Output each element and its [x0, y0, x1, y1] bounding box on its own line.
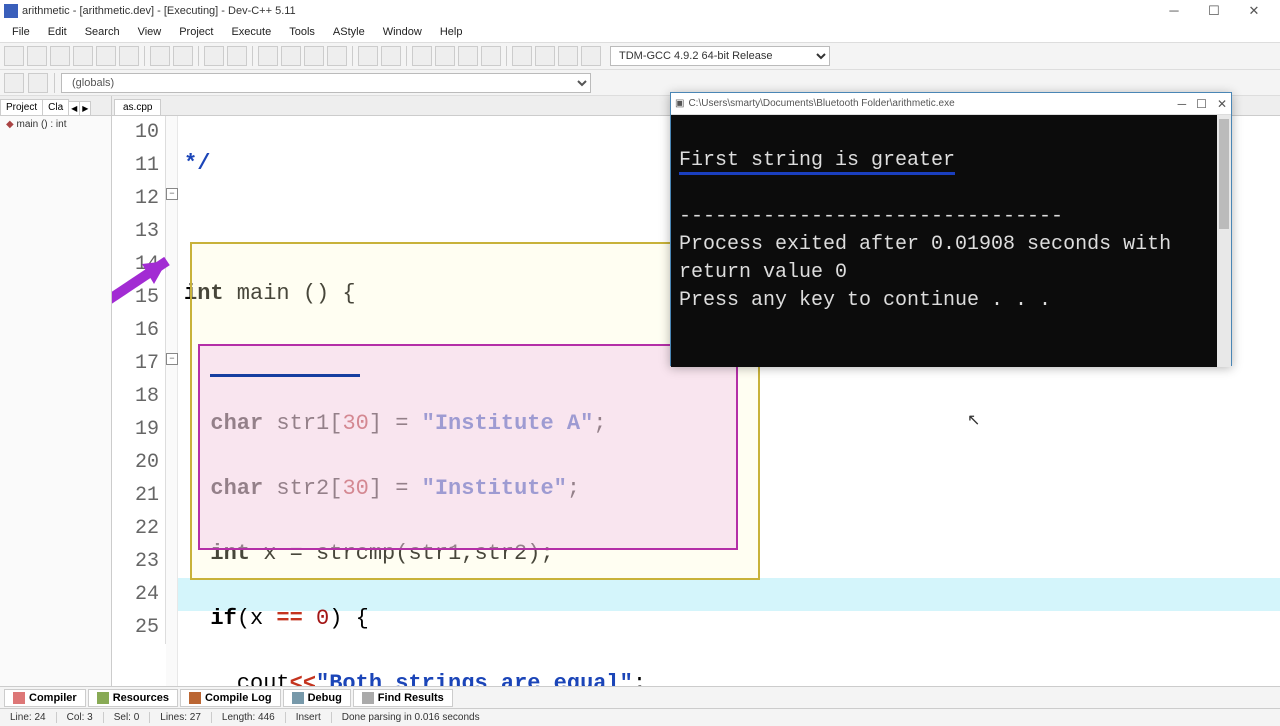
rebuild-icon[interactable] [481, 46, 501, 66]
separator [198, 46, 199, 66]
undo-icon[interactable] [150, 46, 170, 66]
scrollbar-thumb[interactable] [1219, 119, 1229, 229]
status-lines: Lines: 27 [150, 712, 212, 723]
stop-icon[interactable] [535, 46, 555, 66]
log-icon [189, 692, 201, 704]
console-scrollbar[interactable] [1217, 115, 1231, 367]
dprofile-icon[interactable] [581, 46, 601, 66]
separator [506, 46, 507, 66]
console-maximize-button[interactable]: ☐ [1196, 97, 1207, 111]
method-icon: ◆ [6, 119, 14, 130]
debug-icon [292, 692, 304, 704]
tab-compiler[interactable]: Compiler [4, 689, 86, 707]
close-icon[interactable] [96, 46, 116, 66]
compiler-icon [13, 692, 25, 704]
menu-search[interactable]: Search [77, 24, 128, 40]
classes-window-icon[interactable] [28, 73, 48, 93]
title-bar: arithmetic - [arithmetic.dev] - [Executi… [0, 0, 1280, 22]
separator [406, 46, 407, 66]
saveall-icon[interactable] [73, 46, 93, 66]
compile-icon[interactable] [412, 46, 432, 66]
insert-icon[interactable] [358, 46, 378, 66]
fold-toggle-icon[interactable]: − [166, 188, 178, 200]
fold-toggle-icon[interactable]: − [166, 353, 178, 365]
print-icon[interactable] [119, 46, 139, 66]
menu-astyle[interactable]: AStyle [325, 24, 373, 40]
menu-execute[interactable]: Execute [223, 24, 279, 40]
bottom-tabs: Compiler Resources Compile Log Debug Fin… [0, 686, 1280, 708]
fold-column [166, 116, 178, 686]
find-icon [362, 692, 374, 704]
tab-scroll-right-icon[interactable]: ▶ [79, 101, 91, 115]
line-gutter: 10111213141516171819202122232425 [112, 116, 166, 644]
console-minimize-button[interactable]: ─ [1178, 97, 1187, 111]
separator [252, 46, 253, 66]
tab-project[interactable]: Project [0, 99, 43, 115]
compile-run-icon[interactable] [458, 46, 478, 66]
status-bar: Line: 24 Col: 3 Sel: 0 Lines: 27 Length:… [0, 708, 1280, 726]
class-item-main[interactable]: ◆ main () : int [0, 116, 111, 133]
status-msg: Done parsing in 0.016 seconds [332, 712, 1280, 723]
project-window-icon[interactable] [4, 73, 24, 93]
run-icon[interactable] [435, 46, 455, 66]
menu-edit[interactable]: Edit [40, 24, 75, 40]
app-icon [4, 4, 18, 18]
console-output: First string is greater ----------------… [671, 115, 1231, 367]
menu-view[interactable]: View [130, 24, 170, 40]
status-length: Length: 446 [212, 712, 286, 723]
compiler-select[interactable]: TDM-GCC 4.9.2 64-bit Release [610, 46, 830, 66]
toggle-icon[interactable] [381, 46, 401, 66]
separator [352, 46, 353, 66]
save-icon[interactable] [50, 46, 70, 66]
arrow-annotation-icon [112, 246, 192, 326]
forward-icon[interactable] [281, 46, 301, 66]
separator [144, 46, 145, 66]
goto-icon[interactable] [327, 46, 347, 66]
console-titlebar[interactable]: ▣ C:\Users\smarty\Documents\Bluetooth Fol… [671, 93, 1231, 115]
console-close-button[interactable]: ✕ [1217, 97, 1227, 111]
window-title: arithmetic - [arithmetic.dev] - [Executi… [22, 5, 296, 17]
toolbar-main: TDM-GCC 4.9.2 64-bit Release [0, 42, 1280, 70]
redo-icon[interactable] [173, 46, 193, 66]
tab-file[interactable]: as.cpp [114, 99, 161, 115]
tab-classes[interactable]: Cla [42, 99, 69, 115]
menu-project[interactable]: Project [171, 24, 221, 40]
class-item-label: main () : int [16, 119, 66, 130]
tab-compile-log[interactable]: Compile Log [180, 689, 281, 707]
tab-resources[interactable]: Resources [88, 689, 178, 707]
scope-select[interactable]: (globals) [61, 73, 591, 93]
new-icon[interactable] [4, 46, 24, 66]
status-col: Col: 3 [57, 712, 104, 723]
menu-file[interactable]: File [4, 24, 38, 40]
back-icon[interactable] [258, 46, 278, 66]
menu-help[interactable]: Help [432, 24, 471, 40]
tab-find-results[interactable]: Find Results [353, 689, 453, 707]
tab-debug[interactable]: Debug [283, 689, 351, 707]
replace-icon[interactable] [227, 46, 247, 66]
minimize-button[interactable]: ─ [1160, 3, 1188, 19]
status-sel: Sel: 0 [104, 712, 151, 723]
console-title-text: C:\Users\smarty\Documents\Bluetooth Fold… [688, 98, 954, 109]
profile-icon[interactable] [558, 46, 578, 66]
open-icon[interactable] [27, 46, 47, 66]
find-icon[interactable] [204, 46, 224, 66]
menu-window[interactable]: Window [375, 24, 430, 40]
resources-icon [97, 692, 109, 704]
bookmark-icon[interactable] [304, 46, 324, 66]
debug-icon[interactable] [512, 46, 532, 66]
close-button[interactable]: ✕ [1240, 3, 1268, 19]
underline-annotation [210, 374, 360, 377]
status-mode: Insert [286, 712, 332, 723]
console-window[interactable]: ▣ C:\Users\smarty\Documents\Bluetooth Fol… [670, 92, 1232, 366]
console-icon: ▣ [675, 98, 684, 109]
menu-bar: File Edit Search View Project Execute To… [0, 22, 1280, 42]
status-line: Line: 24 [0, 712, 57, 723]
separator [54, 73, 55, 93]
sidebar: Project Cla ◀ ▶ ◆ main () : int [0, 96, 112, 686]
menu-tools[interactable]: Tools [281, 24, 323, 40]
mouse-cursor-icon: ↖ [967, 410, 981, 430]
maximize-button[interactable]: ☐ [1200, 3, 1228, 19]
